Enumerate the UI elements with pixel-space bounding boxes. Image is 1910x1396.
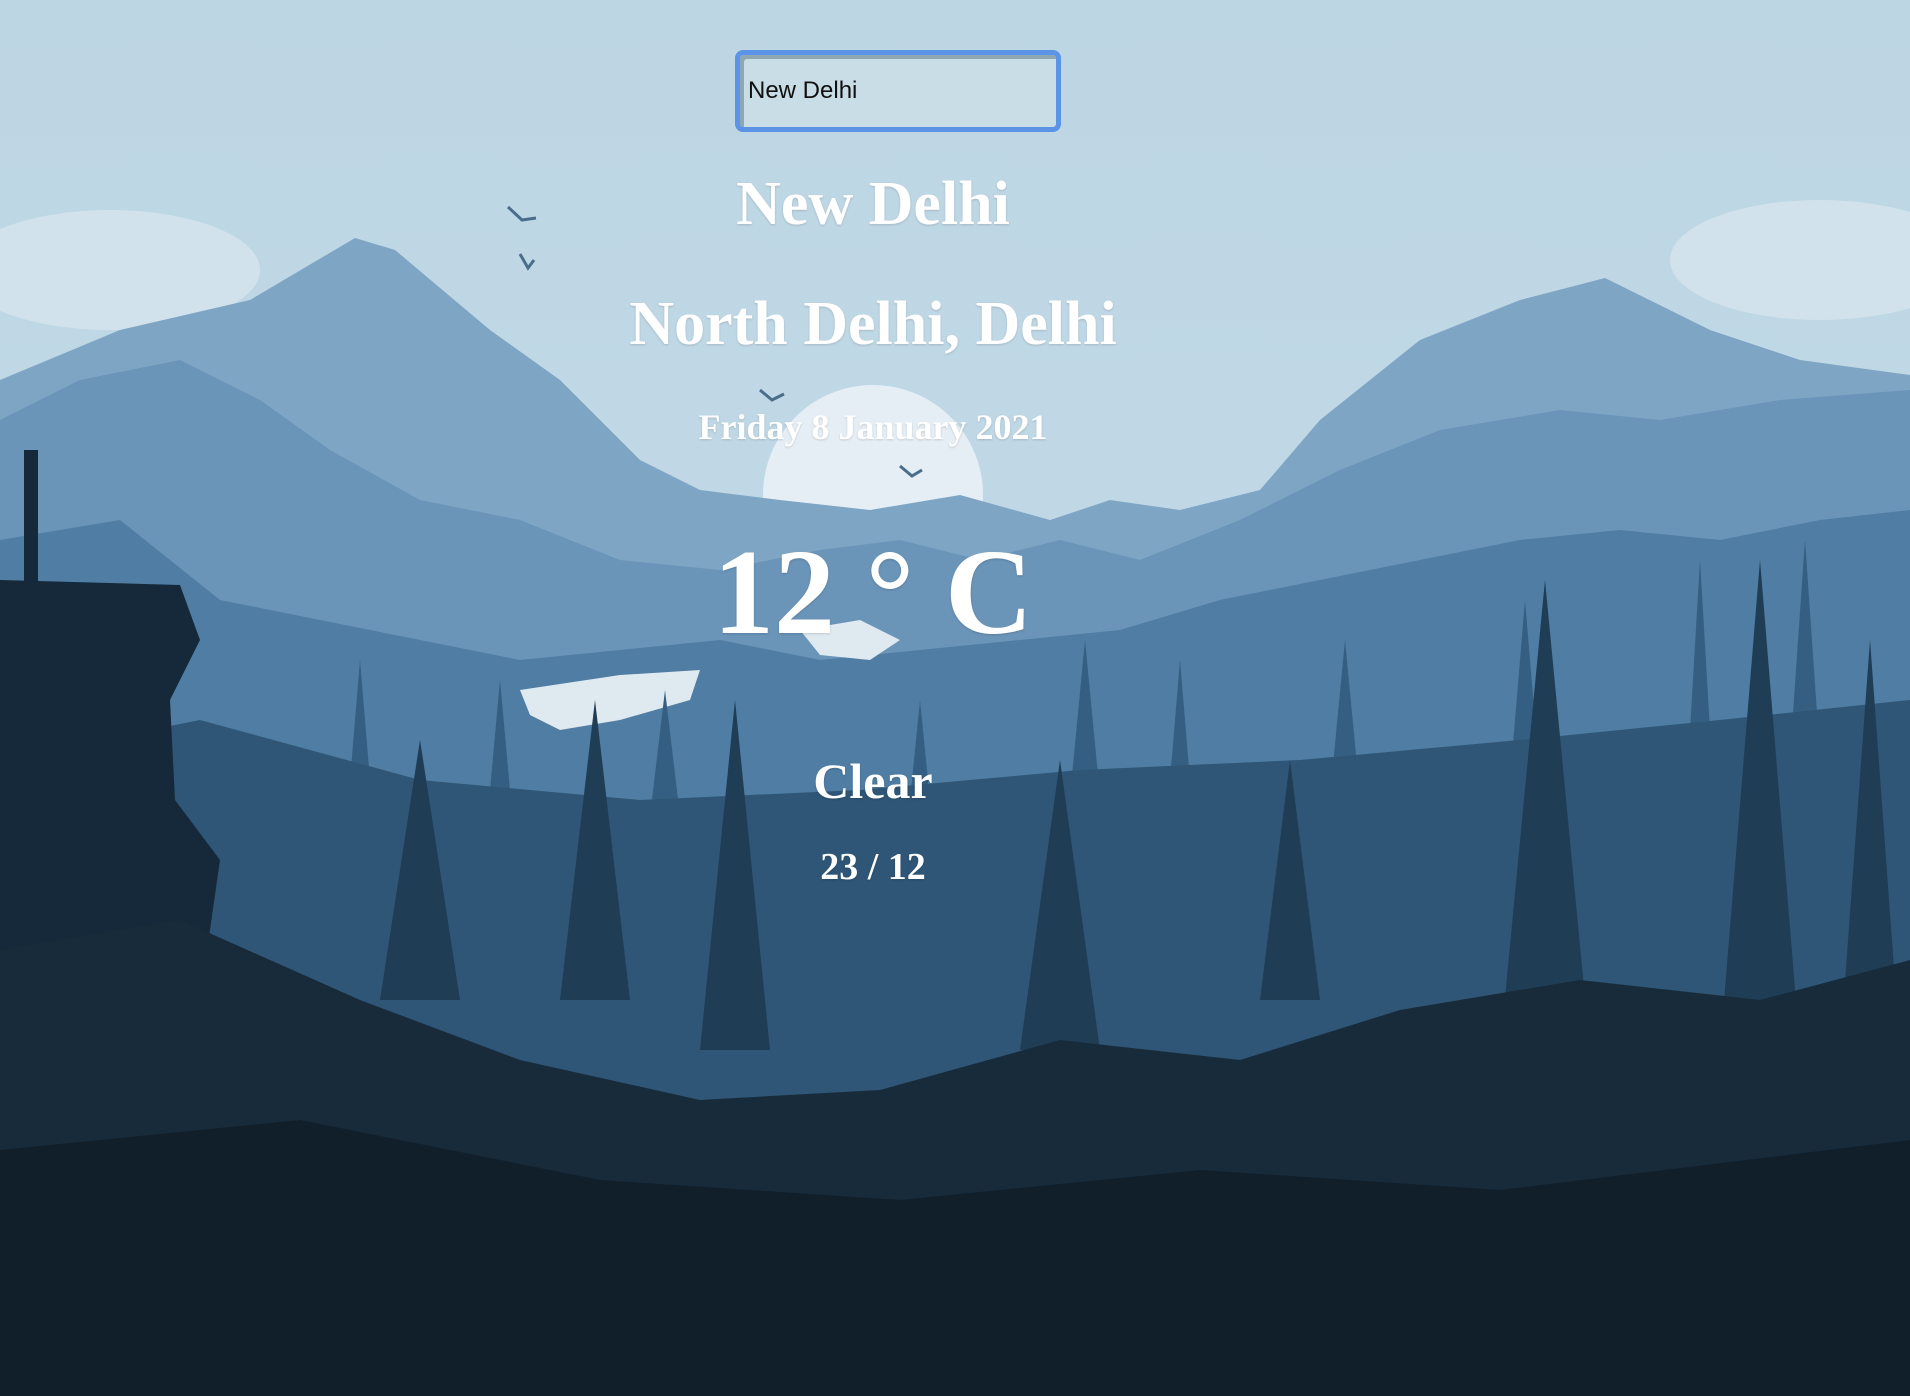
search-box[interactable] — [735, 50, 1061, 132]
region-name: North Delhi, Delhi — [629, 290, 1117, 358]
high-low-temperature: 23 / 12 — [820, 846, 926, 888]
current-date: Friday 8 January 2021 — [698, 407, 1048, 447]
weather-condition: Clear — [813, 753, 933, 809]
city-name: New Delhi — [736, 170, 1010, 238]
weather-app: New Delhi North Delhi, Delhi Friday 8 Ja… — [0, 0, 1910, 1396]
search-input[interactable] — [740, 55, 1056, 127]
current-temperature: 12 ° C — [713, 525, 1033, 660]
